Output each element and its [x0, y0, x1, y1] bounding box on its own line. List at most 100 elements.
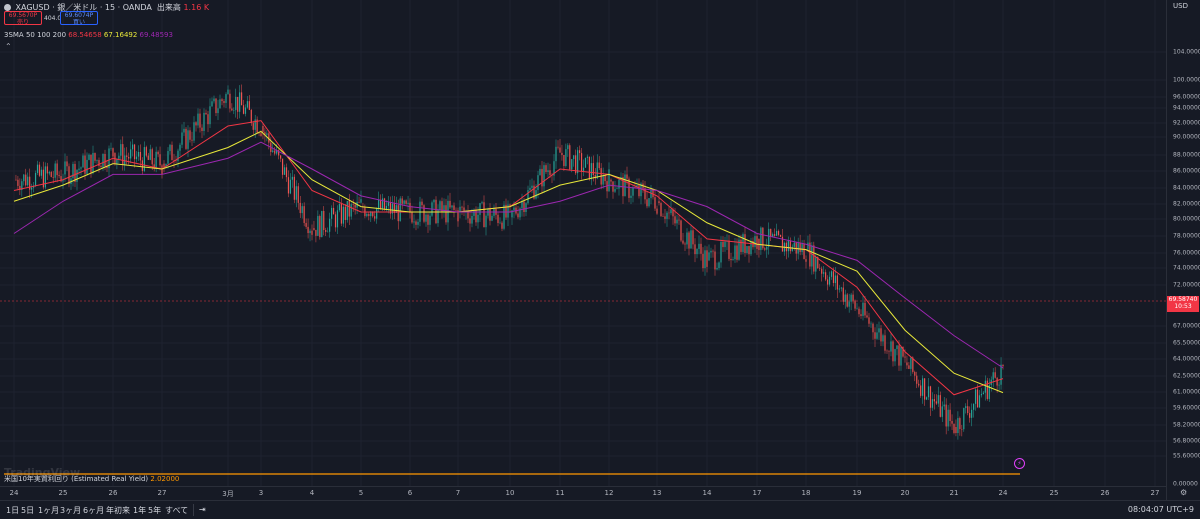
- candle-body: [791, 246, 793, 252]
- candle-body: [756, 236, 758, 249]
- candle-body: [565, 149, 567, 167]
- range-button[interactable]: すべて: [165, 505, 188, 516]
- candle-body: [189, 130, 191, 140]
- price-tick: 76.00000: [1173, 249, 1200, 257]
- buy-button[interactable]: 69.6074P 買い: [60, 11, 98, 26]
- range-button[interactable]: 1年: [133, 505, 146, 516]
- range-button[interactable]: 5日: [21, 505, 34, 516]
- candle-body: [858, 308, 860, 315]
- candle-body: [882, 335, 884, 342]
- candle-body: [378, 199, 380, 209]
- price-chart[interactable]: [0, 0, 1166, 486]
- candle-body: [656, 208, 658, 214]
- candle-body: [819, 268, 821, 269]
- gear-icon[interactable]: ⚙: [1180, 488, 1187, 497]
- candle-body: [910, 357, 912, 369]
- candle-body: [577, 150, 579, 174]
- range-button[interactable]: 5年: [148, 505, 161, 516]
- candle-body: [332, 207, 335, 215]
- candle-body: [120, 144, 122, 156]
- candle-body: [209, 106, 211, 125]
- candle-body: [483, 202, 485, 228]
- candle-body: [311, 230, 313, 235]
- candle-body: [937, 395, 939, 404]
- lightning-alert-icon[interactable]: ⚡: [1014, 458, 1025, 469]
- candle-body: [648, 198, 650, 207]
- candle-body: [147, 155, 149, 160]
- candle-body: [42, 169, 44, 188]
- candle-body: [225, 94, 227, 103]
- candle-body: [185, 128, 187, 149]
- candle-body: [323, 210, 325, 231]
- candle-body: [451, 205, 453, 208]
- candle-body: [405, 200, 407, 204]
- candle-body: [325, 230, 327, 232]
- candle-body: [760, 227, 762, 251]
- price-axis[interactable]: USD 104.00000 100.00000 96.00000 94.00000 92…: [1166, 0, 1200, 500]
- chart-area[interactable]: [0, 0, 1166, 500]
- candle-body: [433, 199, 435, 203]
- candle-body: [31, 187, 33, 190]
- candle-body: [716, 268, 718, 270]
- candle-body: [547, 170, 549, 172]
- candle-body: [660, 203, 662, 217]
- candle-body: [945, 404, 947, 427]
- sell-button[interactable]: 69.5670P 売り: [4, 11, 42, 26]
- price-tick: 78.00000: [1173, 232, 1200, 240]
- price-tick: 61.00000: [1173, 388, 1200, 396]
- clock-display[interactable]: 08:04:07 UTC+9: [1128, 505, 1194, 514]
- candle-body: [592, 163, 594, 176]
- candle-body: [949, 409, 951, 421]
- candle-body: [421, 201, 423, 206]
- sma-legend[interactable]: 3SMA 50 100 200 68.54658 67.16492 69.485…: [4, 31, 173, 39]
- candle-body: [598, 162, 600, 169]
- candle-body: [874, 332, 876, 339]
- price-tick: 82.00000: [1173, 200, 1200, 208]
- candle-body: [998, 384, 1000, 386]
- candle-body: [922, 378, 924, 396]
- candle-body: [604, 175, 606, 182]
- candle-body: [927, 386, 930, 398]
- range-button[interactable]: 6ヶ月: [83, 505, 104, 516]
- candle-body: [409, 202, 411, 213]
- toolbar-divider: [193, 504, 194, 516]
- candle-body: [525, 203, 527, 213]
- chevron-up-icon[interactable]: ⌃: [5, 42, 12, 51]
- time-tick: 20: [900, 489, 910, 497]
- price-tick: 90.00000: [1173, 133, 1200, 141]
- current-price-tag: 69.58740 10:53: [1167, 296, 1199, 312]
- candle-body: [501, 222, 503, 229]
- candle-body: [203, 112, 205, 131]
- candle-body: [838, 288, 840, 290]
- candle-body: [770, 228, 772, 237]
- candle-body: [670, 209, 672, 214]
- candle-body: [900, 347, 902, 366]
- candle-body: [720, 241, 722, 263]
- price-tick: 59.60000: [1173, 404, 1200, 412]
- candle-body: [529, 187, 531, 191]
- candle-body: [793, 242, 795, 247]
- candle-body: [974, 389, 977, 404]
- time-axis[interactable]: 24 25 26 27 3月 3 4 5 6 7 10 11 12 13 14 17 18 19 20 21 24 25 2…: [0, 486, 1166, 501]
- candle-body: [766, 246, 768, 250]
- candle-body: [453, 205, 455, 210]
- range-button[interactable]: 3ヶ月: [60, 505, 81, 516]
- spread-value: 404.0: [44, 15, 62, 22]
- range-button[interactable]: 年初来: [106, 505, 130, 516]
- candle-body: [397, 205, 399, 222]
- candle-body: [250, 109, 252, 124]
- candle-body: [969, 413, 971, 418]
- range-button[interactable]: 1ヶ月: [38, 505, 59, 516]
- candle-body: [777, 231, 780, 235]
- candle-body: [698, 243, 700, 249]
- candle-body: [315, 229, 317, 236]
- candle-body: [588, 156, 590, 180]
- price-tick: 56.80000: [1173, 437, 1200, 445]
- candle-body: [352, 204, 354, 205]
- candle-body: [878, 328, 880, 333]
- indicator-legend[interactable]: 米国10年実質利回り (Estimated Real Yield) 2.0200…: [4, 474, 179, 484]
- candle-body: [823, 272, 825, 274]
- candle-body: [1002, 364, 1004, 367]
- range-button[interactable]: 1日: [6, 505, 19, 516]
- calendar-range-icon[interactable]: ⇥: [199, 505, 206, 514]
